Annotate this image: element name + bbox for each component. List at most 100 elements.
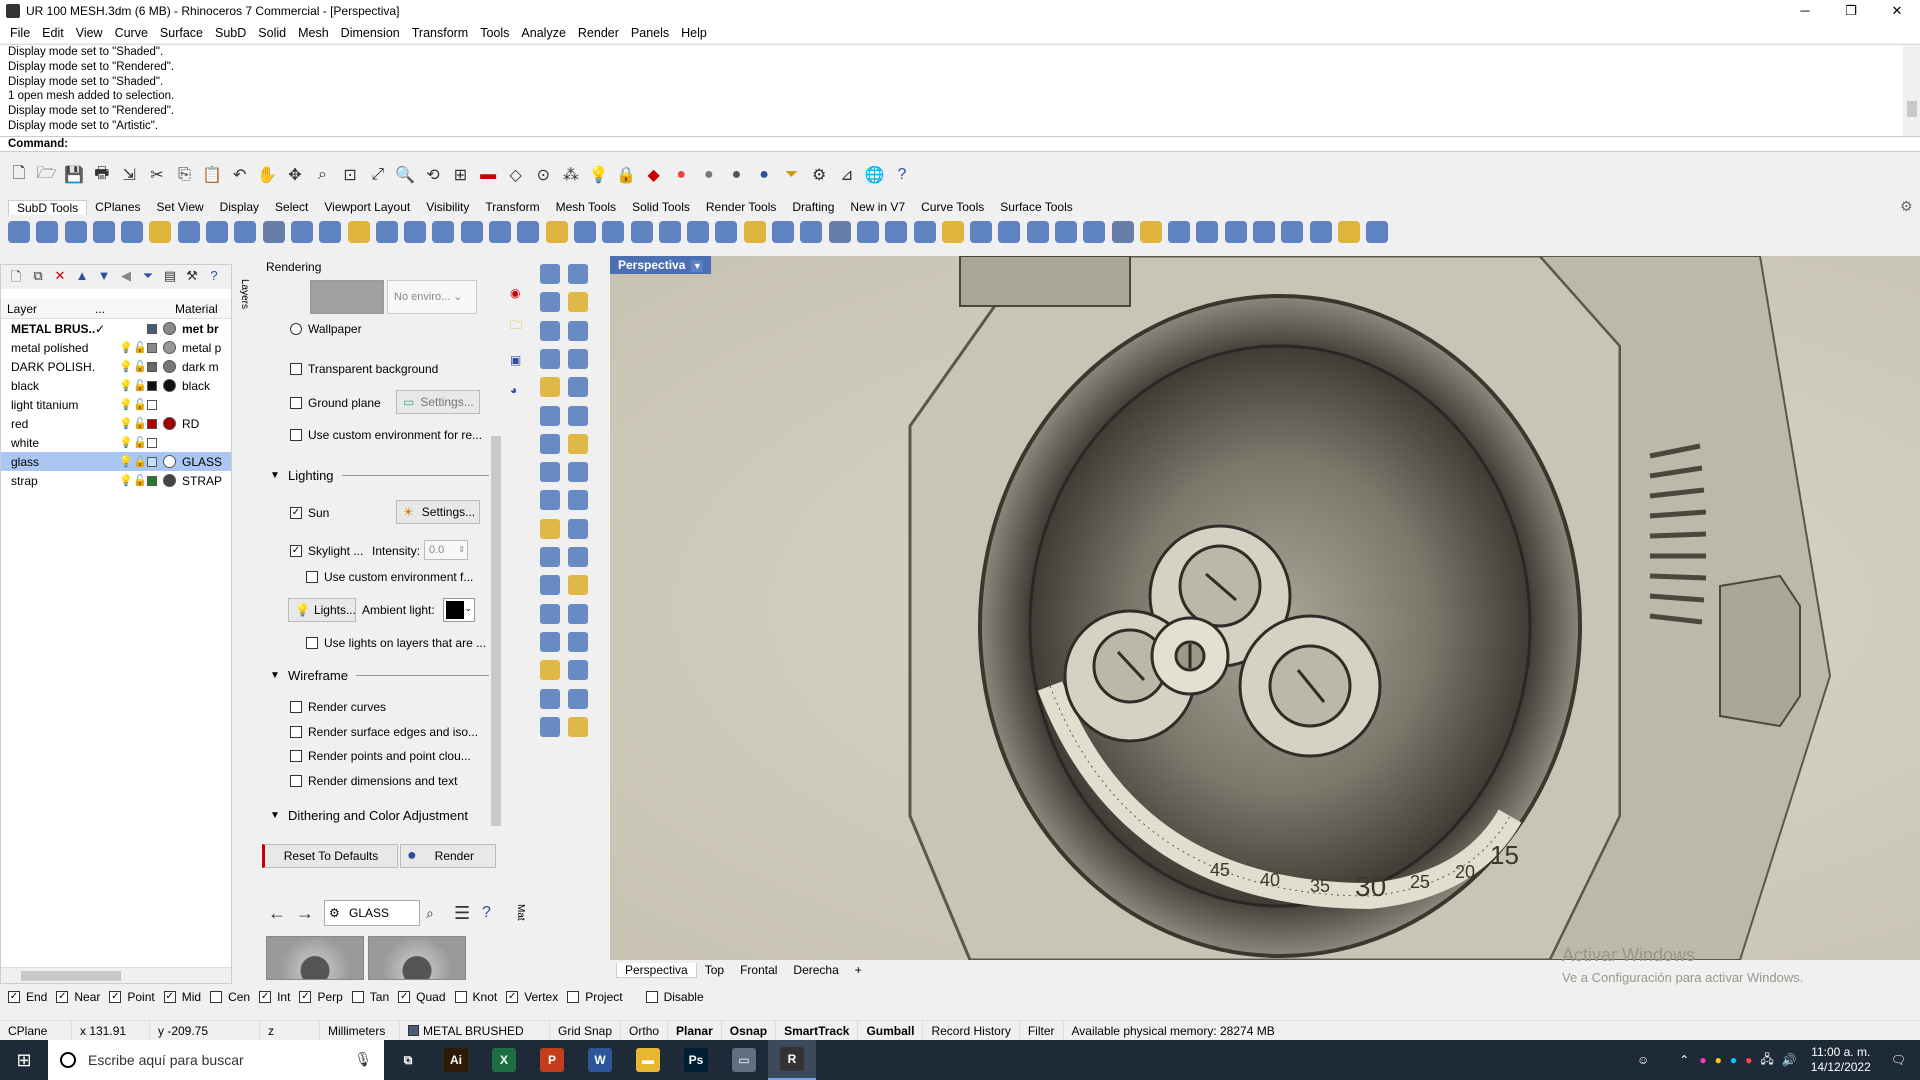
- layer-material-name[interactable]: met br: [182, 322, 219, 336]
- box-icon[interactable]: [540, 433, 560, 454]
- layer-material-name[interactable]: STRAP: [182, 474, 222, 488]
- dimension-icon[interactable]: ⊿: [836, 164, 858, 186]
- zoom-extents-icon[interactable]: ⤢: [367, 164, 389, 186]
- subd-sweep2-icon[interactable]: [319, 221, 342, 243]
- ortho-toggle[interactable]: Ortho: [621, 1020, 669, 1041]
- current-layer-status[interactable]: METAL BRUSHED: [400, 1020, 550, 1041]
- subd-bridge-icon[interactable]: [460, 221, 483, 243]
- layer-color-swatch[interactable]: [147, 437, 157, 448]
- osnap-checkbox[interactable]: ✓: [506, 991, 519, 1003]
- reset-defaults-button[interactable]: Reset To Defaults: [262, 844, 398, 868]
- filter-toggle[interactable]: Filter: [1020, 1020, 1064, 1041]
- subd-append-edge-icon[interactable]: [489, 221, 512, 243]
- subd-transform-icon[interactable]: [1309, 221, 1332, 243]
- viewport-tab-top[interactable]: Top: [697, 963, 732, 977]
- viewport-menu-icon[interactable]: ▼: [691, 260, 704, 272]
- subd-pipe-icon[interactable]: [234, 221, 257, 243]
- sphere-icon[interactable]: [568, 433, 588, 454]
- rectangle-icon[interactable]: [568, 348, 588, 369]
- osnap-point[interactable]: ✓ Point: [109, 990, 155, 1004]
- paste-icon[interactable]: 📋: [201, 164, 223, 186]
- polygon-icon[interactable]: [540, 348, 560, 369]
- subd-fill-icon[interactable]: [432, 221, 455, 243]
- tab-surface-tools[interactable]: Surface Tools: [992, 200, 1081, 214]
- ground-plane-checkbox[interactable]: [290, 397, 302, 409]
- import-icon[interactable]: ⇲: [118, 164, 140, 186]
- layer-name[interactable]: red: [1, 417, 95, 431]
- subd-sphere-icon[interactable]: [149, 221, 172, 243]
- construction-plane-icon[interactable]: ▬: [477, 164, 499, 186]
- spinner-icon[interactable]: ⇕: [458, 541, 467, 559]
- subd-set-edge-icon[interactable]: [1168, 221, 1191, 243]
- menu-item-file[interactable]: File: [4, 26, 36, 40]
- layer-row[interactable]: strap 💡 🔓 STRAP: [1, 471, 231, 490]
- material-swatch[interactable]: [163, 474, 176, 487]
- subd-insert-edge-icon[interactable]: [602, 221, 625, 243]
- windows-start-icon[interactable]: ⊞: [0, 1040, 48, 1080]
- layers-horizontal-scrollbar[interactable]: [1, 967, 231, 983]
- close-button[interactable]: ✕: [1874, 0, 1920, 22]
- taskbar-rhino[interactable]: R: [768, 1040, 816, 1080]
- visibility-bulb-icon[interactable]: 💡: [119, 341, 133, 354]
- taskbar-search[interactable]: Escribe aquí para buscar 🎙: [48, 1040, 384, 1080]
- help-icon[interactable]: ?: [891, 164, 913, 186]
- viewport-tab-frontal[interactable]: Frontal: [732, 963, 785, 977]
- layer-color-swatch[interactable]: [147, 323, 157, 334]
- subd-gumball-icon[interactable]: [1026, 221, 1049, 243]
- record-history-toggle[interactable]: Record History: [923, 1020, 1020, 1041]
- text-icon[interactable]: [540, 603, 560, 624]
- custom-env-f-option[interactable]: Use custom environment f...: [306, 570, 473, 584]
- skylight-checkbox[interactable]: ✓: [290, 545, 302, 557]
- globe-icon[interactable]: 🌐: [863, 164, 885, 186]
- menu-item-panels[interactable]: Panels: [625, 26, 675, 40]
- transparent-bg-checkbox[interactable]: [290, 363, 302, 375]
- notifications-icon[interactable]: 🗨: [1891, 1053, 1906, 1067]
- dithering-section[interactable]: ▼ Dithering and Color Adjustment: [270, 808, 490, 823]
- shaded-sphere-icon[interactable]: ●: [698, 164, 720, 186]
- subd-frame-icon[interactable]: [1111, 221, 1134, 243]
- visibility-bulb-icon[interactable]: 💡: [119, 360, 133, 373]
- subd-slide-icon[interactable]: [658, 221, 681, 243]
- subd-settings-icon[interactable]: [1337, 221, 1360, 243]
- analyze-icon[interactable]: [568, 716, 588, 737]
- layer-color-swatch[interactable]: [147, 475, 157, 486]
- pan-icon[interactable]: ✋: [256, 164, 278, 186]
- render-surface-edges-checkbox[interactable]: [290, 726, 302, 738]
- save-icon[interactable]: 💾: [63, 164, 85, 186]
- menu-item-subd[interactable]: SubD: [209, 26, 252, 40]
- osnap-disable[interactable]: Disable: [645, 990, 704, 1004]
- new-layer-icon[interactable]: 🗋: [7, 268, 25, 286]
- visibility-bulb-icon[interactable]: 💡: [119, 398, 133, 411]
- tray-app-icon[interactable]: ●: [1745, 1053, 1752, 1067]
- move-down-icon[interactable]: ▼: [95, 268, 113, 286]
- layer-name[interactable]: black: [1, 379, 95, 393]
- subd-cone-icon[interactable]: [64, 221, 87, 243]
- gear-icon[interactable]: [540, 490, 560, 511]
- menu-item-mesh[interactable]: Mesh: [292, 26, 335, 40]
- tools-icon[interactable]: ⚒: [183, 268, 201, 286]
- tab-mesh-tools[interactable]: Mesh Tools: [548, 200, 624, 214]
- osnap-tan[interactable]: Tan: [351, 990, 389, 1004]
- material-thumbnail[interactable]: [266, 936, 364, 980]
- use-lights-layers-option[interactable]: Use lights on layers that are ...: [306, 636, 486, 650]
- materials-scrollbar[interactable]: [492, 932, 504, 980]
- viewport-tab-derecha[interactable]: Derecha: [785, 963, 846, 977]
- tray-app-icon[interactable]: ●: [1715, 1053, 1722, 1067]
- menu-item-edit[interactable]: Edit: [36, 26, 70, 40]
- layer-material-name[interactable]: black: [182, 379, 210, 393]
- check-icon[interactable]: [540, 716, 560, 737]
- material-swatch[interactable]: [163, 455, 176, 468]
- render-curves-option[interactable]: Render curves: [290, 700, 386, 714]
- cplane-status[interactable]: CPlane: [0, 1020, 72, 1041]
- chamfer-icon[interactable]: [568, 575, 588, 596]
- layer-states-icon[interactable]: ▤: [161, 268, 179, 286]
- layer-color-swatch[interactable]: [147, 361, 157, 372]
- rotate-view-icon[interactable]: ✥: [284, 164, 306, 186]
- properties-icon[interactable]: ⊙: [532, 164, 554, 186]
- subd-box-icon[interactable]: [36, 221, 59, 243]
- material-column-header[interactable]: Material: [175, 302, 218, 316]
- osnap-checkbox[interactable]: [645, 991, 658, 1003]
- ambient-color-picker[interactable]: ⌄: [443, 598, 475, 622]
- layer-column-header[interactable]: Layer: [1, 302, 95, 316]
- mirror-icon[interactable]: [540, 660, 560, 681]
